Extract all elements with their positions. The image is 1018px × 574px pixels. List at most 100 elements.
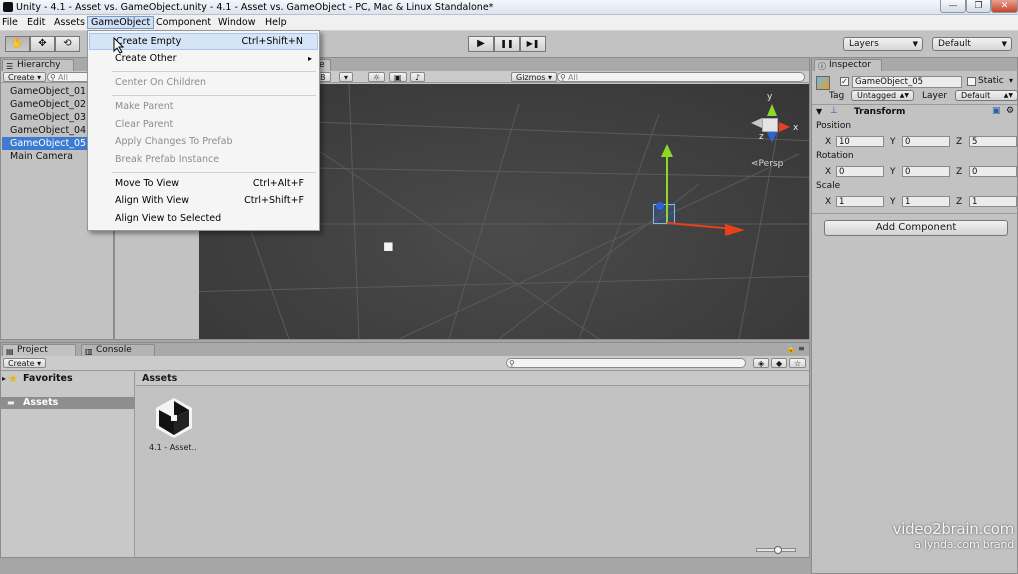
scene-render-mode-toggle[interactable]: ▾ <box>339 72 354 82</box>
asset-item[interactable]: 4.1 - Asset.. <box>149 395 201 455</box>
pause-button[interactable]: ❚❚ <box>494 36 520 52</box>
rotation-y-field[interactable]: 0 <box>902 166 950 177</box>
rotation-x-field[interactable]: 0 <box>836 166 884 177</box>
scene-search-input[interactable]: ⚲ All <box>557 72 805 82</box>
tab-project[interactable]: ▤ Project <box>2 344 76 356</box>
maximize-button[interactable]: ❐ <box>966 0 991 13</box>
rotate-tool-button[interactable]: ⟲ <box>55 36 80 52</box>
project-search-input[interactable]: ⚲ <box>506 358 746 368</box>
filter-by-type-button[interactable]: ◈ <box>753 358 770 368</box>
project-create-button[interactable]: Create ▾ <box>3 358 47 368</box>
menu-gameobject[interactable]: GameObject <box>87 16 155 29</box>
gizmo-x-label: x <box>793 123 799 133</box>
gizmo-y-cone-icon[interactable] <box>767 104 777 116</box>
gizmo-neg-x-cone-icon[interactable] <box>751 118 762 128</box>
menu-item-align-view-to-selected[interactable]: Align View to Selected <box>89 211 318 228</box>
menu-edit[interactable]: Edit <box>27 17 45 28</box>
position-z-field[interactable]: 5 <box>969 136 1017 147</box>
menu-bar: File Edit Assets GameObject Component Wi… <box>0 15 1018 31</box>
menu-item-label: Align View to Selected <box>115 213 222 224</box>
tab-console-label: Console <box>96 345 132 355</box>
gear-icon[interactable]: ⚙ <box>1006 106 1014 116</box>
lock-icon[interactable]: 🔒 <box>786 344 796 353</box>
gizmo-x-cone-icon[interactable] <box>779 122 790 132</box>
object-name-field[interactable]: GameObject_05 <box>852 76 962 88</box>
move-icon: ✥ <box>38 38 47 49</box>
hierarchy-create-button[interactable]: Create ▾ <box>3 72 47 82</box>
static-checkbox[interactable] <box>967 77 976 86</box>
menu-item-label: Make Parent <box>115 101 174 112</box>
window-title: Unity - 4.1 - Asset vs. GameObject.unity… <box>16 2 494 13</box>
project-panel: ▤ Project ▥ Console 🔒 ≡ Create ▾ ⚲ ◈ ◆ ☆ ▸… <box>0 342 810 558</box>
shading-label: B <box>320 73 326 82</box>
scene-lighting-toggle[interactable]: ☼ <box>368 72 386 82</box>
filter-by-label-button[interactable]: ◆ <box>771 358 788 368</box>
favorite-button[interactable]: ☆ <box>789 358 807 368</box>
z-axis-handle[interactable] <box>656 202 664 210</box>
gizmo-z-cone-icon[interactable] <box>767 132 777 143</box>
slider-handle[interactable] <box>774 546 782 554</box>
menu-item-break-prefab-instance[interactable]: Break Prefab Instance <box>89 152 318 169</box>
menu-assets[interactable]: Assets <box>54 17 85 28</box>
menu-item-move-to-view[interactable]: Move To View Ctrl+Alt+F <box>89 176 318 193</box>
divider <box>812 213 1017 214</box>
menu-separator <box>112 95 316 96</box>
minimize-button[interactable]: — <box>940 0 966 13</box>
scene-image-toggle[interactable]: ▣ <box>389 72 407 82</box>
tab-hierarchy[interactable]: ☰ Hierarchy <box>2 59 74 71</box>
layout-dropdown[interactable]: Default ▼ <box>932 37 1012 51</box>
favorites-item[interactable]: Favorites <box>1 373 135 385</box>
menu-item-make-parent[interactable]: Make Parent <box>89 99 318 116</box>
y-axis-arrow-icon[interactable] <box>661 144 673 157</box>
position-y-field[interactable]: 0 <box>902 136 950 147</box>
menu-window[interactable]: Window <box>218 17 255 28</box>
layers-dropdown[interactable]: Layers ▼ <box>843 37 923 51</box>
layer-dropdown[interactable]: Default ▲▼ <box>955 90 1018 101</box>
step-button[interactable]: ▶❚ <box>520 36 546 52</box>
tab-inspector[interactable]: ⓘ Inspector <box>814 59 882 71</box>
camera-icon[interactable]: ◼ <box>383 239 394 254</box>
scale-y-field[interactable]: 1 <box>902 196 950 207</box>
tag-dropdown[interactable]: Untagged ▲▼ <box>851 90 914 101</box>
scale-x-field[interactable]: 1 <box>836 196 884 207</box>
menu-item-apply-changes-to-prefab[interactable]: Apply Changes To Prefab <box>89 134 318 151</box>
menu-item-align-with-view[interactable]: Align With View Ctrl+Shift+F <box>89 193 318 210</box>
sun-icon: ☼ <box>373 73 381 82</box>
gameobject-menu: Create Empty Ctrl+Shift+N Create Other ▸ C… <box>87 30 320 231</box>
position-x-field[interactable]: 10 <box>836 136 884 147</box>
x-axis-arrow-icon[interactable] <box>725 224 745 236</box>
active-checkbox[interactable]: ✓ <box>840 77 849 86</box>
menu-file[interactable]: File <box>2 17 18 28</box>
play-button[interactable]: ▶ <box>468 36 494 52</box>
menu-help[interactable]: Help <box>265 17 287 28</box>
assets-folder-item[interactable]: ▬ Assets <box>1 397 135 409</box>
layout-label: Default <box>938 39 971 49</box>
assets-folder-label: Assets <box>23 397 59 408</box>
gizmo-center-cube-icon[interactable] <box>762 118 778 132</box>
add-component-button[interactable]: Add Component <box>824 220 1008 236</box>
menu-item-clear-parent[interactable]: Clear Parent <box>89 117 318 134</box>
tag-label: Tag <box>829 91 845 101</box>
hand-tool-button[interactable]: ✋ <box>5 36 30 52</box>
scene-audio-toggle[interactable]: ♪ <box>410 72 426 82</box>
rotation-y-label: Y <box>890 167 896 177</box>
orientation-gizmo[interactable]: y x z <box>747 92 807 150</box>
menu-component[interactable]: Component <box>156 17 211 28</box>
scale-z-field[interactable]: 1 <box>969 196 1017 207</box>
tab-console[interactable]: ▥ Console <box>81 344 155 356</box>
search-icon: ⚲ <box>509 359 515 368</box>
gizmos-dropdown[interactable]: Gizmos ▾ <box>511 72 558 82</box>
move-tool-button[interactable]: ✥ <box>30 36 55 52</box>
panel-menu-icon[interactable]: ≡ <box>798 344 805 353</box>
close-button[interactable]: ✕ <box>991 0 1018 13</box>
icon-size-slider[interactable] <box>756 546 796 554</box>
submenu-arrow-icon: ▸ <box>307 54 312 63</box>
info-icon: ⓘ <box>818 62 826 71</box>
chevron-down-icon[interactable]: ▾ <box>1009 76 1013 85</box>
transform-title: Transform <box>854 107 906 117</box>
step-icon: ▶❚ <box>526 39 540 48</box>
help-icon[interactable]: ▣ <box>992 106 1001 116</box>
rotation-z-field[interactable]: 0 <box>969 166 1017 177</box>
transform-foldout-icon[interactable]: ▼ <box>816 107 822 116</box>
menu-item-center-on-children[interactable]: Center On Children <box>89 75 318 92</box>
